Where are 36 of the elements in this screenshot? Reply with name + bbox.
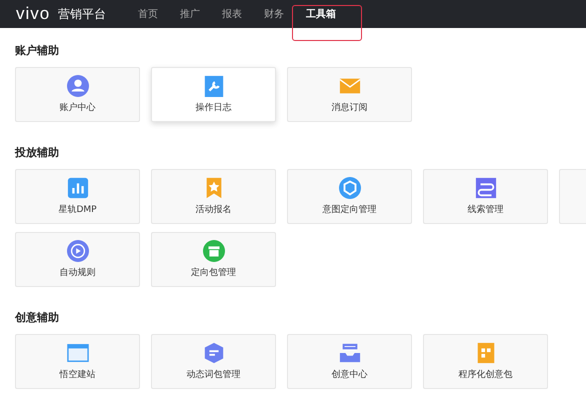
tool-label: 线索管理 (468, 204, 504, 216)
tool-card[interactable]: 操作日志 (151, 67, 276, 122)
section-title: 投放辅助 (15, 145, 60, 161)
tool-label: 账户中心 (60, 102, 96, 114)
tool-label: 定向包管理 (191, 266, 236, 279)
tool-card[interactable]: 意图定向管理 (287, 169, 412, 224)
section-title: 账户辅助 (15, 43, 60, 59)
tool-label: 创意中心 (332, 368, 368, 381)
tool-label: 自动规则 (60, 266, 96, 279)
tool-card[interactable]: 线索管理 (423, 169, 548, 224)
tool-label: 动态词包管理 (186, 368, 240, 381)
section-title: 创意辅助 (15, 310, 60, 326)
tool-card[interactable]: 自动规则 (15, 232, 140, 287)
tool-label: 星轨DMP (58, 204, 97, 216)
tool-label: 活动报名 (196, 204, 232, 216)
nav-item[interactable]: 财务 (264, 7, 284, 21)
tool-label: 意图定向管理 (322, 204, 376, 216)
tool-card[interactable]: 星轨DMP (15, 169, 140, 224)
nav-item[interactable]: 推广 (180, 7, 200, 21)
tool-card[interactable]: 动态词包管理 (151, 334, 276, 389)
app-title: 营销平台 (58, 6, 106, 22)
tool-card[interactable]: 活动报名 (151, 169, 276, 224)
tool-card[interactable]: 账户中心 (15, 67, 140, 122)
tool-card[interactable]: 悟空建站 (15, 334, 140, 389)
tool-card[interactable]: 定向包管理 (151, 232, 276, 287)
nav-item[interactable]: 工具箱 (306, 7, 336, 21)
tool-card[interactable]: 消息订阅 (287, 67, 412, 122)
nav-item[interactable]: 首页 (138, 7, 158, 21)
tool-label: 操作日志 (196, 102, 232, 114)
tool-card[interactable]: 程序化创意包 (423, 334, 548, 389)
tool-label: 悟空建站 (60, 368, 96, 381)
nav-item[interactable]: 报表 (222, 7, 242, 21)
tool-label: 程序化创意包 (458, 368, 512, 381)
tool-card[interactable]: 创意中心 (287, 334, 412, 389)
logo: vivo (16, 4, 50, 24)
tool-label: 消息订阅 (332, 102, 368, 114)
